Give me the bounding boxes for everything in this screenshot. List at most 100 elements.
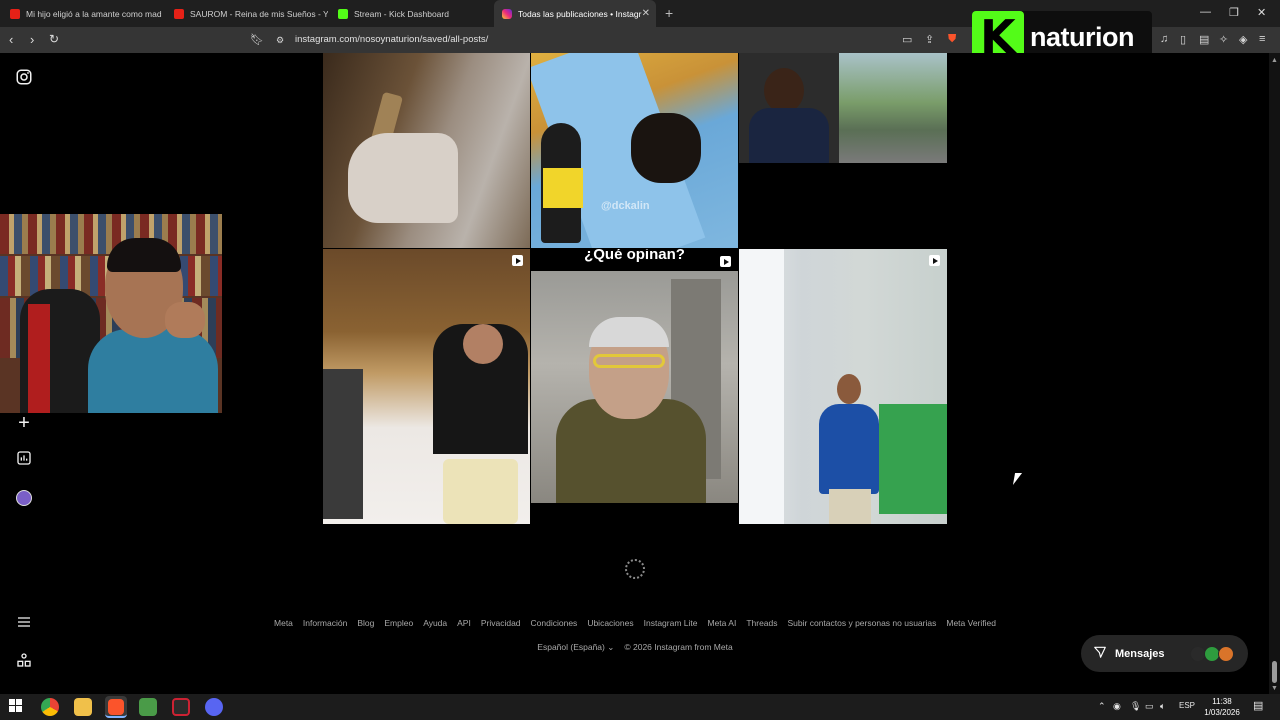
notifications-icon[interactable]: ▤ [1253,699,1263,712]
messages-button[interactable]: Mensajes [1081,635,1248,672]
footer-link[interactable]: Privacidad [481,618,521,628]
youtube-icon [174,8,184,19]
post-thumbnail[interactable] [739,249,947,524]
person-image [819,404,879,494]
scroll-up-icon[interactable]: ▲ [1271,57,1278,64]
footer-links: Meta Información Blog Empleo Ayuda API P… [0,618,1270,628]
footer-link[interactable]: Meta AI [708,618,737,628]
tab-title: Stream - Kick Dashboard [354,8,449,19]
footer-link[interactable]: Meta [274,618,293,628]
apps-icon[interactable] [14,652,34,672]
language-selector[interactable]: Español (España) ⌄ [537,642,614,653]
post-thumbnail[interactable]: ¿Qué opinan? [531,249,738,524]
post-watermark: @dckalin [601,200,650,212]
reel-icon [512,255,523,266]
tab-title: Mi hijo eligió a la amante como mad [26,8,162,19]
system-clock[interactable]: 11:38 1/03/2026 [1200,696,1244,718]
driver-image [764,68,804,113]
tab-title: Todas las publicaciones • Instagr [518,8,642,19]
footer-link[interactable]: Blog [357,618,374,628]
bookmark-icon[interactable]: 🔖︎ [250,33,264,46]
footer-link[interactable]: Threads [746,618,777,628]
discord-icon[interactable] [205,698,223,716]
site-settings-icon[interactable]: ⚙ [276,35,284,46]
footer-link[interactable]: Información [303,618,347,628]
file-explorer-icon[interactable] [74,698,92,716]
footer-link[interactable]: Ayuda [423,618,447,628]
scrollbar-thumb[interactable] [1272,661,1277,683]
post-thumbnail[interactable]: @dckalin [531,53,738,248]
kick-icon [338,8,348,19]
brave-icon [108,699,124,715]
copyright: © 2026 Instagram from Meta [624,642,733,652]
restore-icon[interactable]: ❐ [1229,6,1239,19]
footer-link[interactable]: Ubicaciones [587,618,633,628]
footer-bottom: Español (España) ⌄ © 2026 Instagram from… [0,642,1270,653]
reload-icon[interactable]: ↻ [49,32,59,46]
footer-link[interactable]: Empleo [384,618,413,628]
brave-taskbar-button[interactable] [105,696,127,718]
webcam-overlay [0,214,222,413]
microphone-icon[interactable]: 🎙︎ [1130,701,1141,712]
browser-menu-icon[interactable]: ≡ [1259,33,1265,45]
new-tab-button[interactable]: + [665,5,673,21]
post-caption: ¿Qué opinan? [584,249,685,263]
forward-icon[interactable]: › [30,32,34,47]
hand-image [348,133,458,223]
tab-kick-dashboard[interactable]: Stream - Kick Dashboard [330,0,492,27]
scroll-down-icon[interactable]: ▼ [1271,685,1278,692]
dog-image [631,113,701,183]
chrome-icon[interactable] [41,698,59,716]
saved-posts-grid: @dckalin ¿Qué opinan? [323,53,947,524]
footer-link[interactable]: API [457,618,471,628]
footer-link[interactable]: Meta Verified [946,618,996,628]
obs-icon[interactable] [172,698,190,716]
tab-title: SAUROM - Reina de mis Sueños - Yo [190,8,328,19]
mouse-cursor [1012,473,1023,485]
cast-icon[interactable]: ▭ [902,33,912,46]
dashboard-icon[interactable] [14,450,34,470]
footer-link[interactable]: Subir contactos y personas no usuarias [788,618,937,628]
instagram-page: + @dckalin ¿Qué opinan? Meta Información… [0,53,1280,694]
shield-icon[interactable]: ⛊ [948,33,956,46]
messages-label: Mensajes [1115,647,1165,660]
volume-icon[interactable]: 🔈︎ [1160,701,1165,712]
chevron-down-icon: ⌄ [607,642,615,652]
minimize-icon[interactable]: — [1200,6,1211,18]
network-icon[interactable]: ▭ [1145,701,1154,712]
windows-start-icon[interactable] [9,699,24,714]
close-window-icon[interactable]: ✕ [1257,6,1266,19]
profile-avatar-icon[interactable] [14,488,34,508]
ai-icon[interactable]: ✧ [1219,33,1228,46]
post-thumbnail[interactable] [323,53,530,248]
reel-icon [720,256,731,267]
chevron-up-icon[interactable]: ⌃ [1098,701,1106,712]
wallet-icon[interactable]: ▤ [1199,33,1209,46]
music-icon[interactable]: ♫ [1160,33,1168,45]
steam-icon[interactable]: ◉ [1113,701,1121,712]
back-icon[interactable]: ‹ [9,32,13,47]
url-field[interactable]: instagram.com/nosoynaturion/saved/all-po… [295,34,488,45]
post-thumbnail[interactable] [323,249,530,524]
sidebar-icon[interactable]: ▯ [1180,33,1186,46]
send-icon [1093,645,1107,662]
tab-youtube-2[interactable]: SAUROM - Reina de mis Sueños - Yo [166,0,328,27]
tab-youtube-1[interactable]: Mi hijo eligió a la amante como mad [2,0,164,27]
footer-link[interactable]: Instagram Lite [644,618,698,628]
instagram-icon [502,8,512,19]
streaming-app-icon[interactable] [139,698,157,716]
post-thumbnail[interactable] [739,53,947,248]
create-icon[interactable]: + [14,413,34,433]
vpn-icon[interactable]: ◈ [1239,33,1247,46]
tab-instagram[interactable]: Todas las publicaciones • Instagr ✕ [494,0,656,27]
page-scrollbar[interactable]: ▲ ▼ [1269,53,1280,694]
windows-taskbar: ⌃ ◉ 🎙︎ ▭ 🔈︎ ESP 11:38 1/03/2026 ▤ [0,694,1280,720]
close-tab-icon[interactable]: ✕ [642,8,650,19]
footer-link[interactable]: Condiciones [531,618,578,628]
language-indicator[interactable]: ESP [1179,701,1195,710]
instagram-icon[interactable] [14,68,34,88]
reel-icon [929,255,940,266]
loading-spinner-icon [625,559,645,579]
share-icon[interactable]: ⇪ [925,33,934,46]
youtube-icon [10,8,20,19]
